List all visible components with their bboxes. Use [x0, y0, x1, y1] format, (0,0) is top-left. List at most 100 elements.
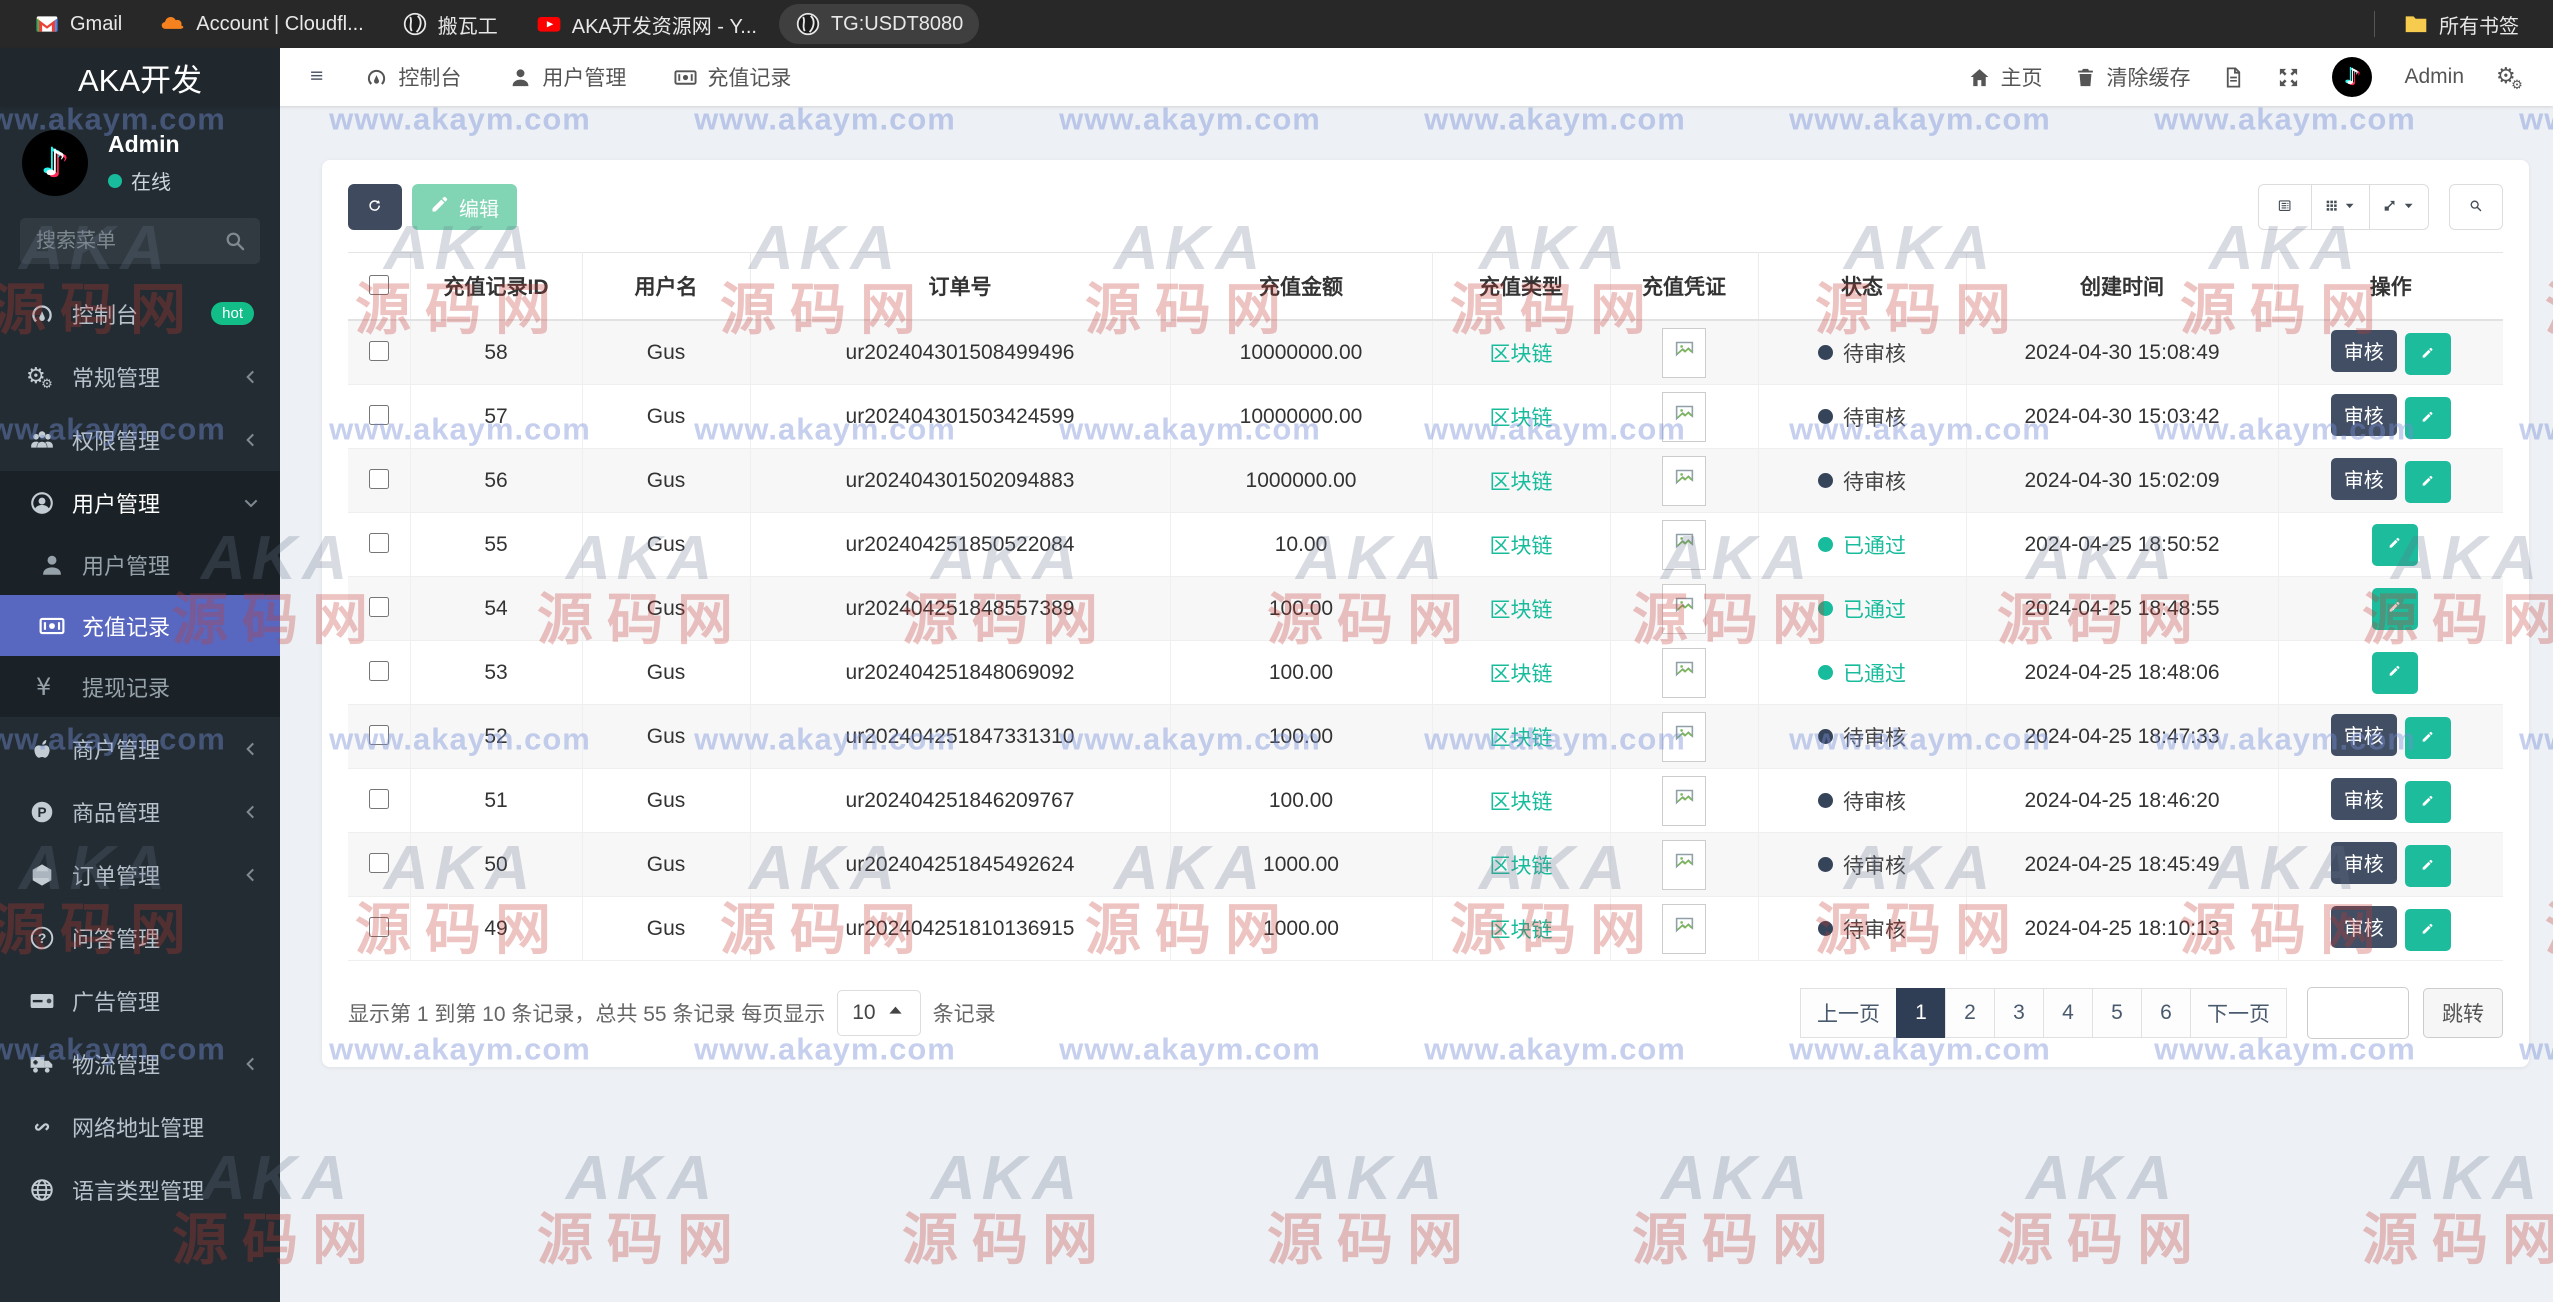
top-tab-用户管理[interactable]: 用户管理: [485, 48, 650, 106]
sidebar-toggle-button[interactable]: [292, 69, 341, 85]
avatar[interactable]: ♪: [2332, 57, 2372, 97]
brand-logo[interactable]: AKA开发: [0, 48, 280, 106]
recharge-type-link[interactable]: 区块链: [1490, 663, 1553, 686]
row-checkbox[interactable]: [369, 405, 389, 425]
row-edit-button[interactable]: [2405, 717, 2451, 759]
audit-button[interactable]: 审核: [2331, 906, 2397, 948]
sidebar-item-提现记录[interactable]: ¥ 提现记录: [0, 656, 280, 717]
recharge-type-link[interactable]: 区块链: [1490, 343, 1553, 366]
row-checkbox[interactable]: [369, 725, 389, 745]
sidebar-item-订单管理[interactable]: 订单管理: [0, 843, 280, 906]
bookmark-item[interactable]: Account | Cloudfl...: [144, 4, 380, 44]
recharge-type-link[interactable]: 区块链: [1490, 727, 1553, 750]
voucher-image[interactable]: [1662, 648, 1706, 698]
recharge-type-link[interactable]: 区块链: [1490, 535, 1553, 558]
table-view-button[interactable]: [2369, 184, 2429, 230]
pagination-prev-button[interactable]: 上一页: [1800, 988, 1897, 1038]
table-view-button[interactable]: [2311, 184, 2371, 230]
sidebar-item-问答管理[interactable]: ? 问答管理: [0, 906, 280, 969]
voucher-image[interactable]: [1662, 776, 1706, 826]
recharge-type-link[interactable]: 区块链: [1490, 919, 1553, 942]
edit-button[interactable]: 编辑: [412, 184, 517, 230]
admin-menu[interactable]: Admin: [2404, 65, 2464, 89]
sidebar-item-网络地址管理[interactable]: 网络地址管理: [0, 1095, 280, 1158]
bookmark-item[interactable]: 搬瓦工: [386, 3, 514, 46]
bookmark-item[interactable]: Gmail: [18, 4, 138, 44]
voucher-image[interactable]: [1662, 904, 1706, 954]
cell-created: 2024-04-25 18:48:55: [1966, 577, 2278, 641]
recharge-type-link[interactable]: 区块链: [1490, 407, 1553, 430]
row-edit-button[interactable]: [2372, 588, 2418, 630]
bookmark-item[interactable]: AKA开发资源网 - Y...: [520, 3, 773, 46]
sidebar-avatar[interactable]: ♪: [22, 130, 88, 196]
pagination-page-1[interactable]: 1: [1896, 988, 1946, 1038]
sidebar-item-控制台[interactable]: 控制台 hot: [0, 282, 280, 345]
sidebar-item-用户管理[interactable]: 用户管理: [0, 471, 280, 534]
voucher-image[interactable]: [1662, 840, 1706, 890]
recharge-type-link[interactable]: 区块链: [1490, 471, 1553, 494]
top-tab-充值记录[interactable]: 充值记录: [650, 48, 815, 106]
bookmark-item[interactable]: TG:USDT8080: [779, 4, 979, 44]
topbar-action[interactable]: [2222, 66, 2245, 89]
voucher-image[interactable]: [1662, 584, 1706, 634]
sidebar-item-广告管理[interactable]: 广告管理: [0, 969, 280, 1032]
voucher-image[interactable]: [1662, 520, 1706, 570]
pagination-page-4[interactable]: 4: [2043, 988, 2093, 1038]
pagination-next-button[interactable]: 下一页: [2190, 988, 2287, 1038]
voucher-image[interactable]: [1662, 328, 1706, 378]
voucher-image[interactable]: [1662, 456, 1706, 506]
sidebar-item-商品管理[interactable]: P 商品管理: [0, 780, 280, 843]
sidebar-item-商户管理[interactable]: 商户管理: [0, 717, 280, 780]
row-edit-button[interactable]: [2405, 781, 2451, 823]
audit-button[interactable]: 审核: [2331, 330, 2397, 372]
topbar-action[interactable]: 主页: [1968, 62, 2042, 92]
all-bookmarks-button[interactable]: 所有书签: [2387, 3, 2535, 46]
audit-button[interactable]: 审核: [2331, 842, 2397, 884]
row-edit-button[interactable]: [2372, 524, 2418, 566]
voucher-image[interactable]: [1662, 392, 1706, 442]
row-edit-button[interactable]: [2372, 652, 2418, 694]
row-checkbox[interactable]: [369, 597, 389, 617]
row-checkbox[interactable]: [369, 789, 389, 809]
topbar-action[interactable]: 清除缓存: [2074, 62, 2190, 92]
row-edit-button[interactable]: [2405, 909, 2451, 951]
topbar-action[interactable]: [2277, 66, 2300, 89]
row-checkbox[interactable]: [369, 661, 389, 681]
row-edit-button[interactable]: [2405, 397, 2451, 439]
sidebar-item-物流管理[interactable]: 物流管理: [0, 1032, 280, 1095]
row-checkbox[interactable]: [369, 917, 389, 937]
pagination-page-6[interactable]: 6: [2141, 988, 2191, 1038]
recharge-type-link[interactable]: 区块链: [1490, 599, 1553, 622]
sidebar-item-用户管理[interactable]: 用户管理: [0, 534, 280, 595]
table-search-button[interactable]: [2449, 184, 2503, 230]
pagination-page-5[interactable]: 5: [2092, 988, 2142, 1038]
settings-gears-icon[interactable]: ⚙⚙: [2496, 66, 2519, 89]
sidebar-item-充值记录[interactable]: 充值记录: [0, 595, 280, 656]
row-edit-button[interactable]: [2405, 845, 2451, 887]
audit-button[interactable]: 审核: [2331, 458, 2397, 500]
audit-button[interactable]: 审核: [2331, 394, 2397, 436]
pagination-page-2[interactable]: 2: [1945, 988, 1995, 1038]
table-view-button[interactable]: [2258, 184, 2312, 230]
row-checkbox[interactable]: [369, 533, 389, 553]
refresh-button[interactable]: [348, 184, 402, 230]
row-checkbox[interactable]: [369, 469, 389, 489]
sidebar-item-语言类型管理[interactable]: 语言类型管理: [0, 1158, 280, 1221]
top-tab-控制台[interactable]: 控制台: [341, 48, 485, 106]
recharge-type-link[interactable]: 区块链: [1490, 855, 1553, 878]
row-edit-button[interactable]: [2405, 461, 2451, 503]
page-size-select[interactable]: 10: [837, 990, 920, 1036]
sidebar-item-权限管理[interactable]: 权限管理: [0, 408, 280, 471]
audit-button[interactable]: 审核: [2331, 714, 2397, 756]
sidebar-item-常规管理[interactable]: ⚙⚙ 常规管理: [0, 345, 280, 408]
pagination-page-3[interactable]: 3: [1994, 988, 2044, 1038]
row-checkbox[interactable]: [369, 853, 389, 873]
recharge-type-link[interactable]: 区块链: [1490, 791, 1553, 814]
page-jump-button[interactable]: 跳转: [2423, 988, 2503, 1038]
page-jump-input[interactable]: [2307, 987, 2409, 1039]
row-checkbox[interactable]: [369, 341, 389, 361]
row-edit-button[interactable]: [2405, 333, 2451, 375]
select-all-checkbox[interactable]: [369, 275, 389, 295]
voucher-image[interactable]: [1662, 712, 1706, 762]
audit-button[interactable]: 审核: [2331, 778, 2397, 820]
